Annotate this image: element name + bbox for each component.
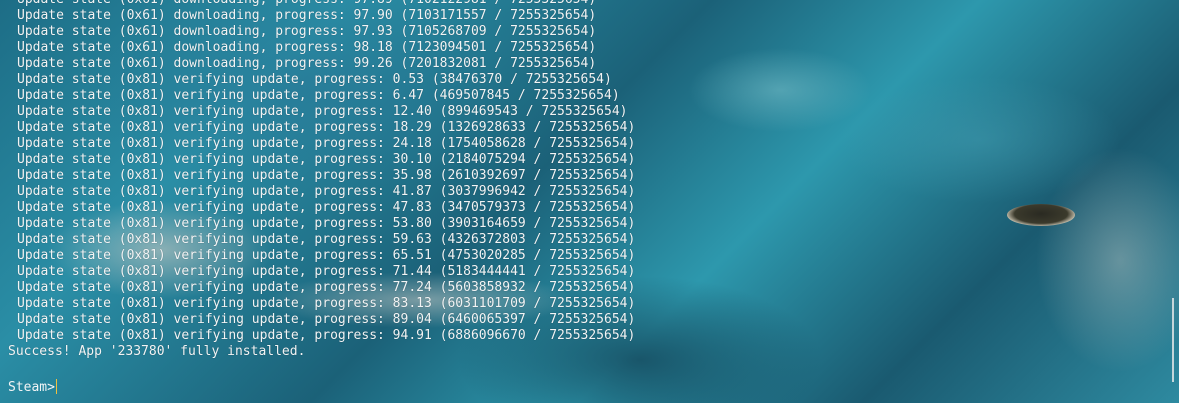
scrollbar-thumb[interactable] [1172, 298, 1174, 382]
console-line: Update state (0x81) verifying update, pr… [17, 312, 636, 327]
console-line: Update state (0x81) verifying update, pr… [17, 184, 636, 199]
success-message: Success! App '233780' fully installed. [8, 344, 306, 359]
console-line: Update state (0x81) verifying update, pr… [17, 200, 636, 215]
console-line: Update state (0x81) verifying update, pr… [17, 136, 636, 151]
steamcmd-console-window[interactable]: Update state (0x61) downloading, progres… [0, 0, 1179, 403]
console-line: Update state (0x81) verifying update, pr… [17, 72, 612, 87]
console-line: Update state (0x81) verifying update, pr… [17, 152, 636, 167]
console-line: Update state (0x81) verifying update, pr… [17, 88, 620, 103]
console-line: Update state (0x81) verifying update, pr… [17, 264, 636, 279]
console-line: Update state (0x81) verifying update, pr… [17, 296, 636, 311]
text-cursor [55, 379, 57, 394]
console-line: Update state (0x81) verifying update, pr… [17, 216, 636, 231]
console-line: Update state (0x81) verifying update, pr… [17, 232, 636, 247]
vertical-scrollbar[interactable] [1171, 0, 1175, 403]
console-line: Update state (0x81) verifying update, pr… [17, 168, 636, 183]
command-prompt-line[interactable]: Steam> [8, 379, 57, 396]
console-line: Update state (0x81) verifying update, pr… [17, 104, 628, 119]
console-line: Update state (0x61) downloading, progres… [8, 0, 635, 8]
console-line: Update state (0x61) downloading, progres… [17, 56, 597, 71]
console-line: Update state (0x61) downloading, progres… [17, 8, 597, 23]
console-output: Update state (0x61) downloading, progres… [8, 0, 635, 360]
console-line: Update state (0x61) downloading, progres… [17, 24, 597, 39]
console-line: Update state (0x81) verifying update, pr… [17, 248, 636, 263]
console-line: Update state (0x81) verifying update, pr… [17, 120, 636, 135]
console-line: Update state (0x81) verifying update, pr… [17, 328, 636, 343]
prompt-label: Steam> [8, 380, 55, 395]
console-line: Update state (0x81) verifying update, pr… [17, 280, 636, 295]
console-line: Update state (0x61) downloading, progres… [17, 40, 597, 55]
background-island-decoration [1007, 204, 1075, 226]
